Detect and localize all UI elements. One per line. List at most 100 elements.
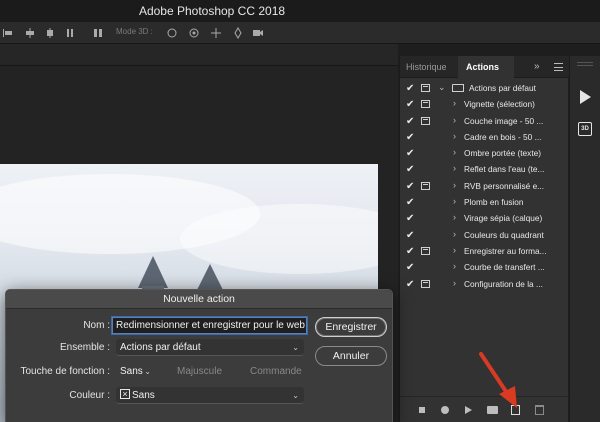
distribute-v-icon[interactable] (44, 27, 56, 39)
stop-icon[interactable] (419, 407, 425, 413)
action-label: Reflet dans l'eau (te... (464, 164, 545, 175)
toggle-check-icon[interactable]: ✔ (406, 132, 414, 143)
dialog-toggle-icon[interactable] (421, 84, 430, 92)
toggle-check-icon[interactable]: ✔ (406, 164, 414, 175)
dialog-toggle-icon[interactable] (421, 116, 430, 125)
distribute-h-icon[interactable] (64, 27, 76, 39)
folder-icon (452, 84, 464, 92)
toggle-check-icon[interactable]: ✔ (406, 83, 414, 94)
no-color-icon: × (120, 389, 130, 400)
tab-historique[interactable]: Historique (406, 56, 447, 78)
action-label: Couleurs du quadrant (464, 229, 544, 240)
trash-icon[interactable] (535, 405, 544, 415)
auto-align-icon[interactable] (92, 27, 104, 39)
toggle-check-icon[interactable]: ✔ (406, 262, 414, 273)
toggle-check-icon[interactable]: ✔ (406, 197, 414, 208)
action-label: Vignette (sélection) (464, 99, 535, 110)
3d-panel-icon[interactable]: 3D (578, 122, 592, 136)
enregistrer-button[interactable]: Enregistrer (315, 317, 387, 337)
couleur-select[interactable]: × Sans ⌄ (116, 387, 304, 404)
touche-value: Sans (120, 366, 143, 377)
action-row[interactable]: ✔ › Configuration de la ... (400, 276, 569, 292)
nom-input[interactable]: Redimensionner et enregistrer pour le we… (112, 317, 307, 334)
roll-3d-icon[interactable] (188, 27, 200, 39)
touche-select[interactable]: Sans ⌄ (116, 363, 156, 380)
tab-actions[interactable]: Actions (458, 56, 514, 78)
action-row[interactable]: ✔ › Reflet dans l'eau (te... (400, 161, 569, 177)
action-row[interactable]: ✔ › Vignette (sélection) (400, 96, 569, 112)
ensemble-label: Ensemble : (59, 342, 110, 353)
action-label: Ombre portée (texte) (464, 148, 542, 159)
pan-3d-icon[interactable] (210, 27, 222, 39)
dialog-toggle-icon[interactable] (421, 181, 430, 190)
toggle-check-icon[interactable]: ✔ (406, 116, 414, 127)
chevron-right-icon[interactable]: › (453, 147, 456, 157)
action-row[interactable]: ✔ › Couleurs du quadrant (400, 227, 569, 243)
action-label: Courbe de transfert ... (464, 262, 545, 273)
action-row[interactable]: ✔ › RVB personnalisé e... (400, 178, 569, 194)
chevron-right-icon[interactable]: › (453, 261, 456, 271)
toggle-check-icon[interactable]: ✔ (406, 181, 414, 192)
actions-panel-icon[interactable] (580, 90, 591, 104)
chevron-right-icon[interactable]: › (453, 278, 456, 288)
orbit-3d-icon[interactable] (166, 27, 178, 39)
right-toolbar: 3D (569, 56, 600, 422)
toggle-check-icon[interactable]: ✔ (406, 279, 414, 290)
slide-3d-icon[interactable] (232, 27, 244, 39)
chevron-down-icon: ⌄ (292, 391, 299, 400)
toggle-check-icon[interactable]: ✔ (406, 230, 414, 241)
toggle-check-icon[interactable]: ✔ (406, 213, 414, 224)
commande-checkbox[interactable]: Commande (250, 366, 302, 377)
action-label: Cadre en bois - 50 ... (464, 131, 542, 142)
chevron-down-icon: ⌄ (144, 367, 151, 376)
action-row[interactable]: ✔ › Virage sépia (calque) (400, 210, 569, 226)
majuscule-checkbox[interactable]: Majuscule (177, 366, 222, 377)
chevron-right-icon[interactable]: › (453, 229, 456, 239)
annuler-button[interactable]: Annuler (315, 346, 387, 366)
toggle-check-icon[interactable]: ✔ (406, 99, 414, 110)
chevron-down-icon: ⌄ (292, 343, 299, 352)
chevron-down-icon[interactable]: ⌄ (438, 82, 446, 93)
options-bar: Mode 3D : (0, 22, 600, 44)
red-arrow-annotation (479, 352, 517, 408)
panel-menu-icon[interactable] (554, 63, 563, 71)
action-set-row[interactable]: ✔ ⌄ Actions par défaut (400, 80, 569, 96)
camera-3d-icon[interactable] (252, 27, 264, 39)
panel-collapse-icon[interactable]: » (534, 61, 540, 72)
chevron-right-icon[interactable]: › (453, 98, 456, 108)
record-icon[interactable] (441, 406, 449, 414)
dialog-toggle-icon[interactable] (421, 279, 430, 288)
panel-tabs: Historique Actions » (400, 56, 569, 78)
toggle-check-icon[interactable]: ✔ (406, 148, 414, 159)
align-left-icon[interactable] (2, 27, 14, 39)
actions-list: ✔ ⌄ Actions par défaut ✔ › Vignette (sélectio… (400, 80, 569, 292)
chevron-right-icon[interactable]: › (453, 131, 456, 141)
dialog-toggle-icon[interactable] (421, 246, 430, 255)
action-row[interactable]: ✔ › Enregistrer au forma... (400, 243, 569, 259)
ensemble-value: Actions par défaut (120, 342, 201, 353)
align-center-icon[interactable] (24, 27, 36, 39)
ensemble-select[interactable]: Actions par défaut ⌄ (116, 339, 304, 356)
action-row[interactable]: ✔ › Cadre en bois - 50 ... (400, 129, 569, 145)
chevron-right-icon[interactable]: › (453, 196, 456, 206)
chevron-right-icon[interactable]: › (453, 115, 456, 125)
play-icon[interactable] (465, 406, 472, 414)
chevron-right-icon[interactable]: › (453, 180, 456, 190)
action-row[interactable]: ✔ › Couche image - 50 ... (400, 113, 569, 129)
nom-label: Nom : (83, 320, 110, 331)
chevron-right-icon[interactable]: › (453, 212, 456, 222)
toolbar-grip-icon[interactable] (577, 62, 593, 66)
action-label: Configuration de la ... (464, 278, 543, 289)
window-title: Adobe Photoshop CC 2018 (138, 4, 286, 18)
action-row[interactable]: ✔ › Courbe de transfert ... (400, 259, 569, 275)
action-row[interactable]: ✔ › Ombre portée (texte) (400, 145, 569, 161)
dialog-title: Nouvelle action (6, 290, 392, 309)
couleur-label: Couleur : (69, 390, 110, 401)
chevron-right-icon[interactable]: › (453, 245, 456, 255)
mode-3d-label: Mode 3D : (116, 27, 153, 36)
toggle-check-icon[interactable]: ✔ (406, 246, 414, 257)
chevron-right-icon[interactable]: › (453, 163, 456, 173)
action-label: RVB personnalisé e... (464, 180, 545, 191)
dialog-toggle-icon[interactable] (421, 100, 430, 109)
action-row[interactable]: ✔ › Plomb en fusion (400, 194, 569, 210)
